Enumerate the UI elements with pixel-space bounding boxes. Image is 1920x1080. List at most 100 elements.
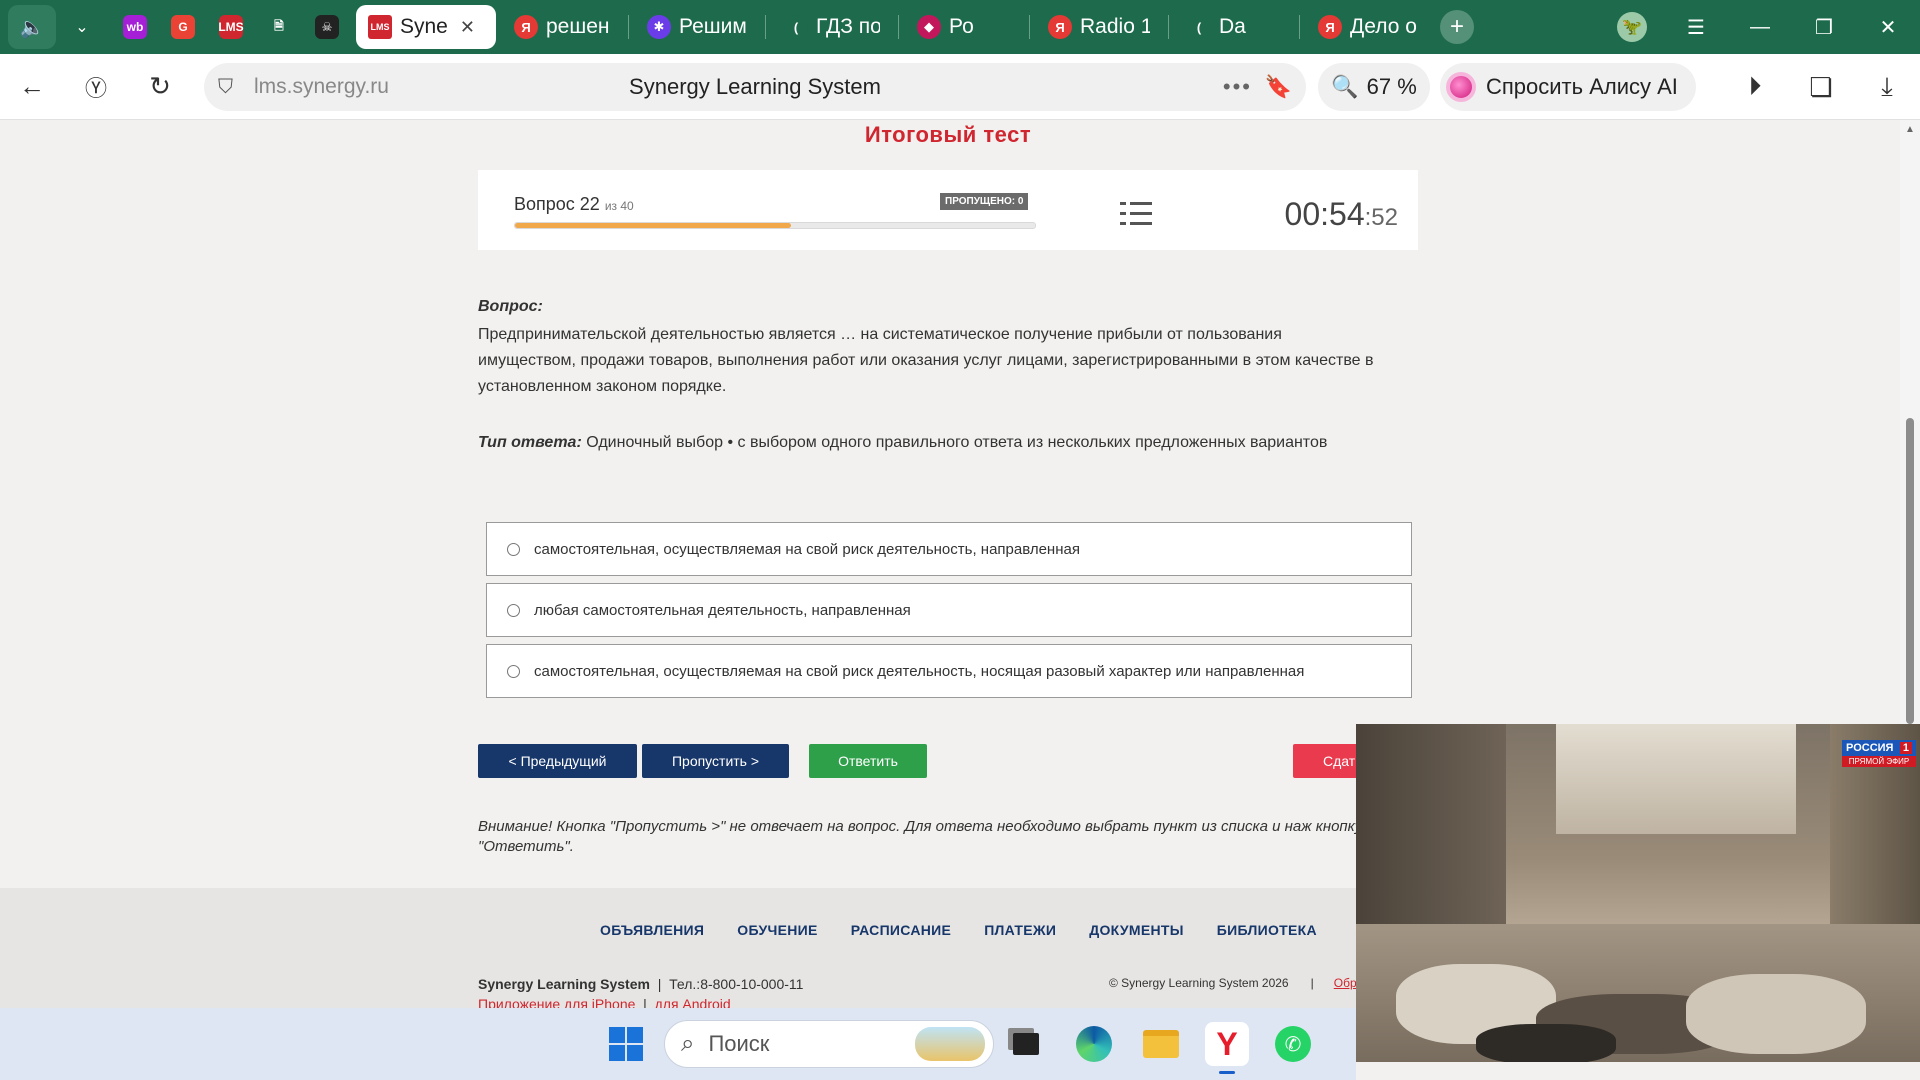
- dino-icon: 🦖: [1617, 12, 1647, 42]
- channel-name: РОССИЯ: [1846, 742, 1894, 754]
- folder-glyph: [1143, 1030, 1179, 1058]
- question-counter: Вопрос 22 из 40: [514, 194, 634, 215]
- tab-favicon-icon: Я: [1318, 15, 1342, 39]
- answer-option-3[interactable]: самостоятельная, осуществляемая на свой …: [486, 644, 1412, 698]
- answer-type-text: Одиночный выбор • с выбором одного прави…: [586, 434, 1328, 451]
- tab-label: Da: [1219, 15, 1246, 38]
- skipped-badge: ПРОПУЩЕНО: 0: [940, 193, 1029, 210]
- pinned-tab[interactable]: wb: [112, 5, 158, 49]
- browser-tab[interactable]: Ярешени: [502, 5, 622, 49]
- answer-option-2[interactable]: любая самостоятельная деятельность, напр…: [486, 583, 1412, 637]
- picture-in-picture-video[interactable]: РОССИЯ 1 ПРЯМОЙ ЭФИР: [1356, 724, 1920, 1062]
- search-icon: ⌕: [681, 1030, 695, 1057]
- ask-alice-label: Спросить Алису AI: [1486, 74, 1678, 99]
- scrollbar-thumb[interactable]: [1906, 418, 1914, 724]
- footer-phone: Тел.:8-800-10-000-11: [669, 976, 804, 992]
- tab-label: Syne: [400, 15, 448, 38]
- radio-button[interactable]: [507, 664, 520, 678]
- radio-button[interactable]: [507, 603, 520, 617]
- reload-icon[interactable]: ↻: [128, 54, 192, 120]
- browser-tab[interactable]: Я Radio 1: [1036, 5, 1162, 49]
- scroll-up-icon[interactable]: ▲: [1905, 124, 1915, 135]
- zoom-level: 67 %: [1366, 74, 1417, 99]
- download-icon[interactable]: ⤓: [1854, 54, 1920, 120]
- tab-label: ГДЗ по: [816, 15, 880, 38]
- zoom-button[interactable]: 🔍 67 %: [1318, 63, 1430, 111]
- progress-card: Вопрос 22 из 40 ПРОПУЩЕНО: 0 00:54:52: [478, 170, 1418, 250]
- browser-tab-bar: 🔈 ⌄ wb G LMS 🗎 ☠ LMS Syne ✕ Ярешени ✱ Решим (ГДЗ п…: [0, 0, 1920, 54]
- start-button[interactable]: [604, 1022, 648, 1066]
- search-placeholder: Поиск: [708, 1031, 770, 1056]
- pinned-tab[interactable]: 🗎: [256, 5, 302, 49]
- edge-icon[interactable]: [1072, 1022, 1116, 1066]
- edge-glyph: [1076, 1026, 1112, 1062]
- close-window-icon[interactable]: ✕: [1856, 0, 1920, 54]
- whatsapp-glyph: ✆: [1275, 1026, 1311, 1062]
- browser-tab[interactable]: (ГДЗ по: [772, 5, 892, 49]
- shield-icon[interactable]: ⛉: [218, 76, 242, 99]
- copyright-text: © Synergy Learning System 2026: [1109, 976, 1289, 990]
- close-tab-icon[interactable]: ✕: [460, 17, 475, 38]
- pinned-tab[interactable]: LMS: [208, 5, 254, 49]
- task-view-icon[interactable]: [1004, 1022, 1048, 1066]
- previous-button[interactable]: < Предыдущий: [478, 744, 637, 778]
- restore-icon[interactable]: ❐: [1792, 0, 1856, 54]
- footer-brand: Synergy Learning System: [478, 976, 650, 992]
- game-icon: ☠: [315, 15, 339, 39]
- skip-button[interactable]: Пропустить >: [642, 744, 789, 778]
- browser-tab[interactable]: ✱ Решим: [635, 5, 759, 49]
- footer-nav-link[interactable]: РАСПИСАНИЕ: [851, 922, 952, 938]
- bookmark-icon[interactable]: 🔖: [1265, 74, 1292, 100]
- tab-strip: LMS Syne ✕ Ярешени ✱ Решим (ГДЗ по ◆ Ро Я Radio 1 (…: [356, 5, 1430, 49]
- feedback-link[interactable]: Обр: [1334, 976, 1357, 990]
- ask-alice-button[interactable]: Спросить Алису AI: [1440, 63, 1696, 111]
- footer-nav: ОБЪЯВЛЕНИЯ ОБУЧЕНИЕ РАСПИСАНИЕ ПЛАТЕЖИ ДОКУМ…: [600, 922, 1317, 938]
- sound-icon[interactable]: 🔈: [8, 5, 56, 49]
- tab-label: решени: [546, 15, 610, 38]
- chevron-down-icon[interactable]: ⌄: [62, 5, 102, 49]
- address-bar: ← Ⓨ ↻ ⛉ lms.synergy.ru Synergy Learning …: [0, 54, 1920, 120]
- answer-option-1[interactable]: самостоятельная, осуществляемая на свой …: [486, 522, 1412, 576]
- option-label: любая самостоятельная деятельность, напр…: [534, 601, 911, 619]
- radio-button[interactable]: [507, 542, 520, 556]
- footer-nav-link[interactable]: ДОКУМЕНТЫ: [1089, 922, 1184, 938]
- browser-tab[interactable]: ◆ Ро: [905, 5, 1023, 49]
- google-icon: G: [171, 15, 195, 39]
- url-field[interactable]: ⛉ lms.synergy.ru Synergy Learning System…: [204, 63, 1306, 111]
- alice-icon: [1446, 72, 1476, 102]
- pinned-tab[interactable]: G: [160, 5, 206, 49]
- question-total: из 40: [604, 199, 634, 213]
- collections-icon[interactable]: ❏: [1788, 54, 1854, 120]
- pinned-tab[interactable]: ☠: [304, 5, 350, 49]
- tab-label: Radio 1: [1080, 15, 1150, 38]
- footer-nav-link[interactable]: ПЛАТЕЖИ: [984, 922, 1056, 938]
- question-list-icon[interactable]: [1120, 200, 1152, 228]
- file-explorer-icon[interactable]: [1139, 1022, 1183, 1066]
- answer-button[interactable]: Ответить: [809, 744, 927, 778]
- tab-label: Решим: [679, 15, 747, 38]
- tab-separator: [898, 15, 899, 39]
- video-play-icon[interactable]: ⏵: [1722, 54, 1788, 120]
- more-icon[interactable]: •••: [1223, 74, 1252, 100]
- browser-tab[interactable]: LMS Syne ✕: [356, 5, 496, 49]
- answer-type-label: Тип ответа:: [478, 434, 582, 451]
- tabs-menu-icon[interactable]: ☰: [1664, 0, 1728, 54]
- tab-favicon-icon: (: [1187, 15, 1211, 39]
- back-icon[interactable]: ←: [0, 54, 64, 120]
- footer-nav-link[interactable]: ОБЪЯВЛЕНИЯ: [600, 922, 704, 938]
- taskbar-search[interactable]: ⌕ Поиск: [664, 1020, 994, 1068]
- minimize-icon[interactable]: —: [1728, 0, 1792, 54]
- yandex-browser-taskbar-icon[interactable]: Y: [1205, 1022, 1249, 1074]
- progress-fill: [515, 223, 791, 228]
- tab-favicon-icon: ✱: [647, 15, 671, 39]
- whatsapp-icon[interactable]: ✆: [1271, 1022, 1315, 1066]
- new-tab-button[interactable]: +: [1440, 10, 1474, 44]
- footer-nav-link[interactable]: ОБУЧЕНИЕ: [737, 922, 817, 938]
- footer-nav-link[interactable]: БИБЛИОТЕКА: [1217, 922, 1317, 938]
- browser-tab[interactable]: ( Da: [1175, 5, 1293, 49]
- yandex-icon[interactable]: Ⓨ: [64, 54, 128, 120]
- notice-text: Внимание! Кнопка "Пропустить >" не отвеч…: [478, 818, 1363, 855]
- profile-avatar[interactable]: 🦖: [1600, 0, 1664, 54]
- live-label: ПРЯМОЙ ЭФИР: [1842, 756, 1916, 767]
- browser-tab[interactable]: Я Дело о: [1306, 5, 1430, 49]
